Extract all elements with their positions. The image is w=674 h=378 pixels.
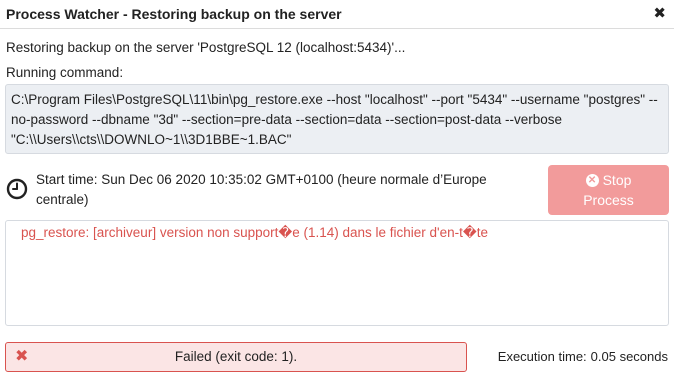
- close-icon[interactable]: ✖: [653, 5, 666, 23]
- command-text: C:\Program Files\PostgreSQL\11\bin\pg_re…: [5, 84, 669, 154]
- stop-button-label-line2: Process: [583, 192, 634, 208]
- process-log[interactable]: pg_restore: [archiveur] version non supp…: [5, 220, 669, 326]
- execution-time-value: 0.05 seconds: [590, 349, 668, 364]
- close-circle-icon: ✕: [585, 173, 599, 187]
- command-label: Running command:: [6, 65, 124, 80]
- stop-process-button[interactable]: ✕ Stop Process: [548, 165, 669, 215]
- execution-time: Execution time: 0.05 seconds: [498, 349, 668, 364]
- execution-time-label: Execution time:: [497, 349, 587, 364]
- title-bar: Process Watcher - Restoring backup on th…: [0, 0, 674, 29]
- window-title: Process Watcher - Restoring backup on th…: [6, 6, 342, 22]
- clock-icon: [6, 178, 28, 200]
- stop-button-label-line1: Stop: [602, 172, 632, 188]
- status-badge: ✖ Failed (exit code: 1).: [5, 342, 467, 372]
- failed-status-text: Failed (exit code: 1).: [174, 349, 298, 364]
- status-line: Restoring backup on the server 'PostgreS…: [6, 40, 406, 55]
- log-line: pg_restore: [archiveur] version non supp…: [21, 225, 489, 240]
- start-time-text: Start time: Sun Dec 06 2020 10:35:02 GMT…: [36, 172, 487, 207]
